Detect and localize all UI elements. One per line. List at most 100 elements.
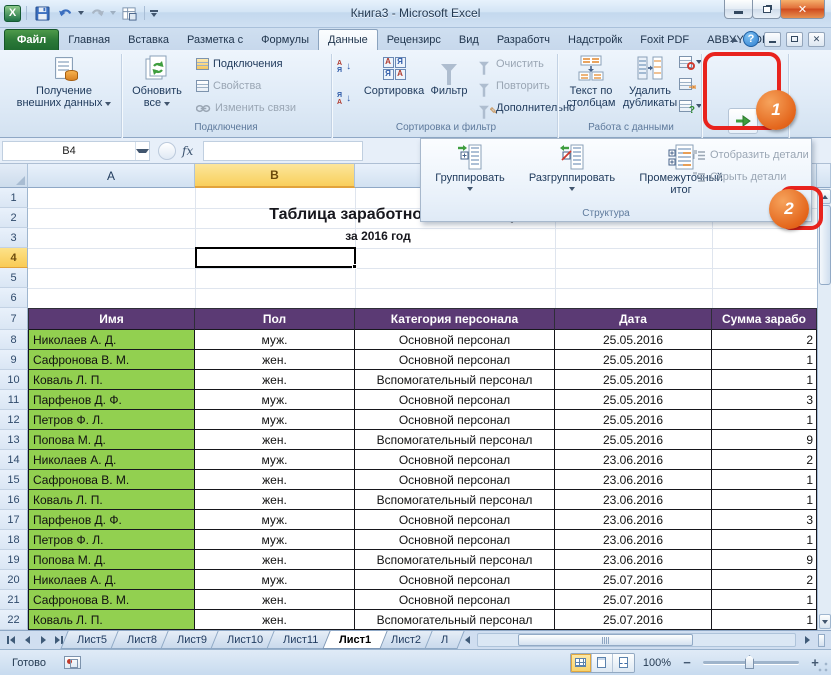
row-number[interactable]: 6 bbox=[0, 288, 28, 308]
table-cell[interactable]: 9 bbox=[712, 430, 817, 450]
row-number[interactable]: 5 bbox=[0, 268, 28, 288]
table-cell[interactable]: Основной персонал bbox=[355, 590, 555, 610]
previous-sheet-button[interactable] bbox=[20, 633, 34, 647]
table-cell[interactable]: Коваль Л. П. bbox=[28, 610, 195, 630]
next-sheet-button[interactable] bbox=[36, 633, 50, 647]
table-cell[interactable]: муж. bbox=[195, 330, 355, 350]
ribbon-tab[interactable]: Формулы bbox=[252, 29, 318, 50]
table-cell[interactable]: 23.06.2016 bbox=[555, 450, 712, 470]
table-cell[interactable]: 1 bbox=[712, 370, 817, 390]
table-cell[interactable]: 23.06.2016 bbox=[555, 470, 712, 490]
table-cell[interactable]: Вспомогательный персонал bbox=[355, 370, 555, 390]
sort-ascending-button[interactable]: АЯ ↓ bbox=[337, 60, 351, 74]
page-layout-view-button[interactable] bbox=[591, 653, 613, 672]
table-cell[interactable]: 1 bbox=[712, 610, 817, 630]
table-cell[interactable]: жен. bbox=[195, 470, 355, 490]
table-cell[interactable]: Коваль Л. П. bbox=[28, 370, 195, 390]
table-cell[interactable]: Николаев А. Д. bbox=[28, 570, 195, 590]
select-all-corner[interactable] bbox=[0, 164, 28, 188]
table-cell[interactable]: Вспомогательный персонал bbox=[355, 430, 555, 450]
table-cell[interactable]: Основной персонал bbox=[355, 530, 555, 550]
sheet-tab[interactable]: Лист1 bbox=[321, 631, 388, 649]
table-cell[interactable]: 25.05.2016 bbox=[555, 350, 712, 370]
table-cell[interactable]: Основной персонал bbox=[355, 410, 555, 430]
horizontal-scroll-thumb[interactable] bbox=[517, 634, 693, 646]
table-cell[interactable]: Сафронова В. М. bbox=[28, 590, 195, 610]
get-external-data-button[interactable]: Получение внешних данных bbox=[14, 53, 114, 109]
row-number[interactable]: 19 bbox=[0, 550, 28, 570]
table-cell[interactable]: 25.07.2016 bbox=[555, 570, 712, 590]
row-number[interactable]: 22 bbox=[0, 610, 28, 630]
name-box-caret[interactable] bbox=[135, 141, 149, 160]
scroll-right-button[interactable] bbox=[800, 633, 814, 647]
table-cell[interactable]: 25.05.2016 bbox=[555, 370, 712, 390]
table-cell[interactable]: Попова М. Д. bbox=[28, 550, 195, 570]
row-number[interactable]: 21 bbox=[0, 590, 28, 610]
table-cell[interactable]: жен. bbox=[195, 430, 355, 450]
workbook-minimize-button[interactable] bbox=[764, 31, 781, 47]
page-break-view-button[interactable] bbox=[612, 653, 634, 672]
table-cell[interactable]: Основной персонал bbox=[355, 570, 555, 590]
row-number[interactable]: 12 bbox=[0, 410, 28, 430]
row-number[interactable]: 11 bbox=[0, 390, 28, 410]
ribbon-tab[interactable]: Разработч bbox=[488, 29, 559, 50]
table-cell[interactable]: 3 bbox=[712, 510, 817, 530]
help-button[interactable]: ? bbox=[743, 31, 759, 47]
table-cell[interactable]: 1 bbox=[712, 470, 817, 490]
table-cell[interactable]: Парфенов Д. Ф. bbox=[28, 390, 195, 410]
table-cell[interactable]: жен. bbox=[195, 610, 355, 630]
table-cell[interactable]: 2 bbox=[712, 450, 817, 470]
zoom-slider-thumb[interactable] bbox=[745, 655, 754, 669]
refresh-all-button[interactable]: Обновить все bbox=[126, 53, 188, 109]
row-number[interactable]: 16 bbox=[0, 490, 28, 510]
restore-button[interactable] bbox=[752, 0, 781, 19]
normal-view-button[interactable] bbox=[570, 653, 592, 672]
table-cell[interactable]: 9 bbox=[712, 550, 817, 570]
table-cell[interactable]: Парфенов Д. Ф. bbox=[28, 510, 195, 530]
table-cell[interactable]: 25.07.2016 bbox=[555, 610, 712, 630]
table-cell[interactable]: 1 bbox=[712, 350, 817, 370]
row-number[interactable]: 17 bbox=[0, 510, 28, 530]
sort-descending-button[interactable]: ЯА ↓ bbox=[337, 92, 351, 106]
ribbon-tab[interactable]: Вставка bbox=[119, 29, 178, 50]
data-validation-button[interactable] bbox=[679, 56, 702, 70]
connections-button[interactable]: Подключения bbox=[196, 58, 283, 70]
ribbon-tab[interactable]: Рецензирс bbox=[378, 29, 450, 50]
ribbon-tab[interactable]: Данные bbox=[318, 29, 378, 50]
table-cell[interactable]: Вспомогательный персонал bbox=[355, 550, 555, 570]
table-cell[interactable]: 23.06.2016 bbox=[555, 490, 712, 510]
row-number[interactable]: 3 bbox=[0, 228, 28, 248]
workbook-restore-button[interactable] bbox=[786, 31, 803, 47]
row-number[interactable]: 18 bbox=[0, 530, 28, 550]
table-cell[interactable]: Основной персонал bbox=[355, 450, 555, 470]
table-cell[interactable]: Вспомогательный персонал bbox=[355, 490, 555, 510]
table-cell[interactable]: Основной персонал bbox=[355, 390, 555, 410]
fill-handle[interactable] bbox=[352, 264, 357, 269]
name-box[interactable]: B4 bbox=[2, 140, 150, 161]
table-cell[interactable]: 3 bbox=[712, 390, 817, 410]
table-cell[interactable]: Основной персонал bbox=[355, 510, 555, 530]
table-cell[interactable]: 25.05.2016 bbox=[555, 390, 712, 410]
table-cell[interactable]: муж. bbox=[195, 410, 355, 430]
worksheet-grid[interactable]: 1 2 3 4 5 6 7 8 9 10 11 12 13 14 15 16 17 18 19 20 21 22 Табл… bbox=[0, 188, 831, 630]
table-cell[interactable]: жен. bbox=[195, 590, 355, 610]
table-cell[interactable]: муж. bbox=[195, 450, 355, 470]
table-cell[interactable]: 2 bbox=[712, 570, 817, 590]
vertical-scrollbar[interactable] bbox=[817, 188, 831, 630]
text-to-columns-button[interactable]: Текст по столбцам bbox=[561, 53, 621, 109]
table-cell[interactable]: муж. bbox=[195, 390, 355, 410]
consolidate-button[interactable]: ⇥ bbox=[679, 78, 696, 92]
column-header-b[interactable]: B bbox=[195, 164, 355, 188]
formula-input[interactable] bbox=[203, 140, 364, 161]
ribbon-tab[interactable]: Foxit PDF bbox=[631, 29, 698, 50]
row-number[interactable]: 2 bbox=[0, 208, 28, 228]
hide-details-button[interactable]: Скрыть детали bbox=[693, 171, 786, 183]
column-header-a[interactable]: A bbox=[28, 164, 195, 188]
macro-record-button[interactable] bbox=[63, 656, 81, 669]
table-cell[interactable]: Основной персонал bbox=[355, 350, 555, 370]
fx-icon[interactable]: fx bbox=[182, 144, 193, 158]
table-cell[interactable]: 25.07.2016 bbox=[555, 590, 712, 610]
table-cell[interactable]: 1 bbox=[712, 410, 817, 430]
group-button[interactable]: Группировать bbox=[425, 143, 515, 191]
row-number[interactable]: 10 bbox=[0, 370, 28, 390]
